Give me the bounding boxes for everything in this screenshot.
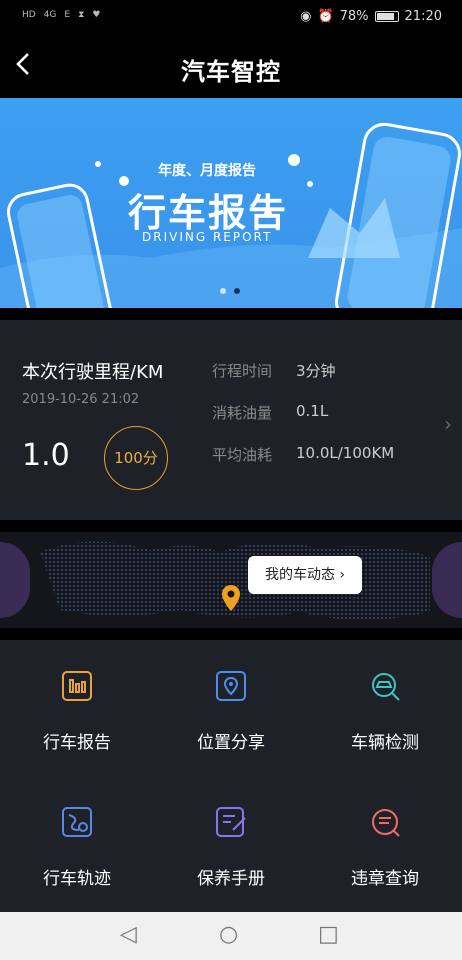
report-banner[interactable]: 年度、月度报告 行车报告 DRIVING REPORT xyxy=(0,98,462,308)
carousel-dots xyxy=(220,288,240,294)
trip-stats: 行程时间 3分钟 消耗油量 0.1L 平均油耗 10.0L/100KM xyxy=(212,360,394,486)
feature-car-inspection[interactable]: 车辆检测 xyxy=(308,640,462,776)
bubble-label: 我的车动态 xyxy=(264,567,335,583)
feature-label: 车辆检测 xyxy=(351,733,419,753)
maintenance-book-icon xyxy=(216,807,246,837)
report-chart-icon xyxy=(62,671,92,701)
feature-grid: 行车报告 位置分享 车辆检测 行车轨迹 保养手册 违章查询 xyxy=(0,640,462,912)
stat-key: 行程时间 xyxy=(212,362,273,380)
stat-row: 平均油耗 10.0L/100KM xyxy=(212,444,394,486)
stat-key: 消耗油量 xyxy=(212,404,273,422)
battery-icon xyxy=(374,11,399,22)
system-nav-bar: ◁ ○ □ xyxy=(0,912,462,960)
feature-label: 保养手册 xyxy=(197,869,265,889)
signal-4g-icon: 4G xyxy=(43,10,57,20)
feature-violation-query[interactable]: 违章查询 xyxy=(308,776,462,912)
feature-maintenance-book[interactable]: 保养手册 xyxy=(154,776,308,912)
feature-location-share[interactable]: 位置分享 xyxy=(154,640,308,776)
feature-label: 行车报告 xyxy=(43,733,111,753)
nav-back-icon[interactable]: ◁ xyxy=(120,922,137,947)
stat-value: 10.0L/100KM xyxy=(296,444,395,462)
route-track-icon xyxy=(62,807,92,837)
feature-label: 违章查询 xyxy=(351,869,419,889)
hourglass-icon: ⧗ xyxy=(78,10,85,20)
clock: 21:20 xyxy=(404,9,442,24)
nav-recents-icon[interactable]: □ xyxy=(318,922,339,947)
chevron-right-icon[interactable]: › xyxy=(444,412,452,436)
violation-query-icon xyxy=(372,809,400,837)
banner-subtitle: 年度、月度报告 xyxy=(158,163,256,179)
car-inspect-icon xyxy=(372,673,400,701)
stat-value: 0.1L xyxy=(296,402,329,420)
trip-distance-label: 本次行驶里程/KM xyxy=(22,362,164,383)
signal-e-icon: E xyxy=(64,10,71,20)
stat-key: 平均油耗 xyxy=(212,446,273,464)
banner-headline: 行车报告 xyxy=(128,191,289,235)
location-share-icon xyxy=(216,671,246,701)
carousel-dot[interactable] xyxy=(220,288,226,294)
carousel-dot-active[interactable] xyxy=(234,288,240,294)
heart-rate-icon: ♥ xyxy=(92,10,101,20)
vehicle-map[interactable]: 我的车动态 › xyxy=(0,532,462,628)
trip-summary-card[interactable]: 本次行驶里程/KM 2019-10-26 21:02 1.0 100分 行程时间… xyxy=(0,320,462,520)
app-header: 汽车智控 xyxy=(0,36,462,98)
page-title: 汽车智控 xyxy=(181,58,281,86)
trip-distance-value: 1.0 xyxy=(22,438,70,473)
stat-row: 消耗油量 0.1L xyxy=(212,402,394,444)
my-car-status-bubble[interactable]: 我的车动态 › xyxy=(248,556,362,594)
battery-percent: 78% xyxy=(339,9,369,24)
feature-route-track[interactable]: 行车轨迹 xyxy=(0,776,154,912)
stat-row: 行程时间 3分钟 xyxy=(212,360,394,402)
alarm-icon: ⏰ xyxy=(317,9,334,24)
banner-english: DRIVING REPORT xyxy=(142,230,273,244)
feature-label: 行车轨迹 xyxy=(43,869,111,889)
eye-icon: ◉ xyxy=(300,9,312,24)
stat-value: 3分钟 xyxy=(296,362,336,380)
status-bar: HD 4G E ⧗ ♥ ◉ ⏰ 78% 21:20 xyxy=(0,0,462,36)
trip-date: 2019-10-26 21:02 xyxy=(22,392,140,407)
feature-label: 位置分享 xyxy=(197,733,265,753)
nav-home-icon[interactable]: ○ xyxy=(219,922,238,947)
trip-score-badge: 100分 xyxy=(104,426,168,490)
hd-indicator: HD xyxy=(22,10,36,20)
feature-driving-report[interactable]: 行车报告 xyxy=(0,640,154,776)
